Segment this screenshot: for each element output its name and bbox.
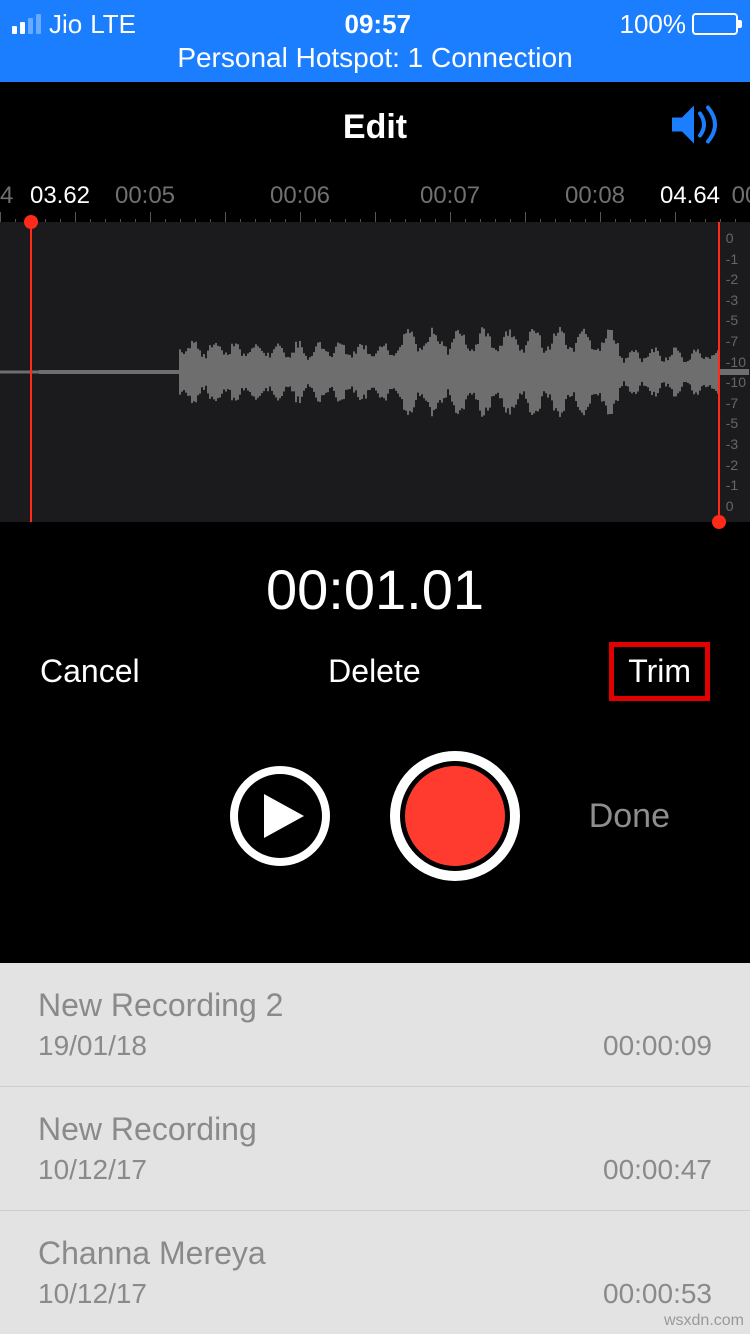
recording-title: New Recording 2 <box>38 987 283 1024</box>
carrier-label: Jio <box>49 9 82 40</box>
recording-duration: 00:00:47 <box>603 1154 712 1186</box>
current-time: 00:01.01 <box>0 522 750 642</box>
recording-duration: 00:00:53 <box>603 1278 712 1310</box>
watermark: wsxdn.com <box>664 1312 744 1330</box>
play-icon <box>264 794 304 838</box>
playback-controls: Done <box>0 731 750 921</box>
ruler-label: 00:08 <box>565 182 625 210</box>
recording-item[interactable]: Channa Mereya 10/12/17 00:00:53 <box>0 1211 750 1334</box>
done-button[interactable]: Done <box>589 797 670 836</box>
recording-item[interactable]: New Recording 2 19/01/18 00:00:09 <box>0 963 750 1087</box>
recording-item[interactable]: New Recording 10/12/17 00:00:47 <box>0 1087 750 1211</box>
ruler-label: 00:05 <box>115 182 175 210</box>
status-bar: Jio LTE 09:57 100% Personal Hotspot: 1 C… <box>0 0 750 82</box>
signal-icon <box>12 14 41 34</box>
recordings-list: New Recording 2 19/01/18 00:00:09 New Re… <box>0 963 750 1334</box>
recording-date: 10/12/17 <box>38 1154 257 1186</box>
cancel-button[interactable]: Cancel <box>40 653 140 690</box>
ruler-label: 00:06 <box>270 182 330 210</box>
record-button[interactable] <box>390 751 520 881</box>
ruler-label: 00:07 <box>420 182 480 210</box>
page-title: Edit <box>343 108 407 147</box>
action-row: Cancel Delete Trim <box>0 642 750 731</box>
db-scale: 0-1-2-3-5-7-10-10-7-5-3-2-10 <box>726 222 746 522</box>
ruler-label: 04 <box>0 182 13 210</box>
battery-icon <box>692 13 738 35</box>
trim-button[interactable]: Trim <box>609 642 710 701</box>
waveform <box>0 292 750 452</box>
status-time: 09:57 <box>136 9 619 40</box>
record-icon <box>405 766 505 866</box>
battery-percent: 100% <box>620 9 687 40</box>
trim-handle-left[interactable] <box>30 222 32 522</box>
hotspot-banner[interactable]: Personal Hotspot: 1 Connection <box>0 42 750 80</box>
recording-title: Channa Mereya <box>38 1235 266 1272</box>
recording-duration: 00:00:09 <box>603 1030 712 1062</box>
trim-handle-right[interactable] <box>718 222 720 522</box>
ruler-label: 03.62 <box>30 182 90 210</box>
recording-date: 19/01/18 <box>38 1030 283 1062</box>
nav-header: Edit <box>0 82 750 172</box>
play-button[interactable] <box>230 766 330 866</box>
volume-icon[interactable] <box>670 104 726 151</box>
recording-date: 10/12/17 <box>38 1278 266 1310</box>
waveform-area[interactable]: 0-1-2-3-5-7-10-10-7-5-3-2-10 <box>0 222 750 522</box>
timeline-ruler[interactable]: 04 03.62 00:05 00:06 00:07 00:08 04.64 00 <box>0 172 750 222</box>
ruler-label: 04.64 <box>660 182 720 210</box>
ruler-label: 00 <box>732 182 750 210</box>
delete-button[interactable]: Delete <box>328 653 421 690</box>
network-label: LTE <box>90 9 136 40</box>
recording-title: New Recording <box>38 1111 257 1148</box>
